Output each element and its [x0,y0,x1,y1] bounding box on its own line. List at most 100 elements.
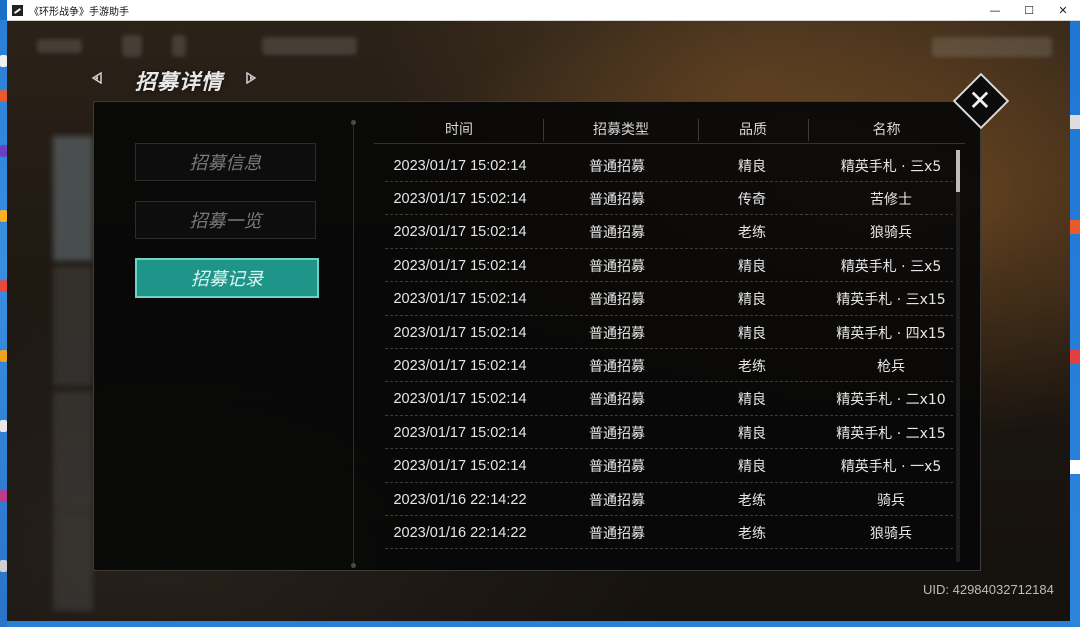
record-name: 枪兵 [877,358,905,375]
blurred-hud-element [932,37,1052,57]
record-type: 普通招募 [589,358,645,375]
table-row: 2023/01/17 15:02:14 普通招募 老练 狼骑兵 [381,216,957,249]
page-title: 招募详情 [135,69,223,94]
close-panel-button[interactable]: ✕ [952,72,1010,130]
record-name: 精英手札 · 三x15 [836,292,946,309]
record-time: 2023/01/17 15:02:14 [393,291,527,308]
blurred-hud-element [37,39,82,53]
record-type: 普通招募 [589,258,645,275]
record-name: 狼骑兵 [870,525,912,542]
previous-arrow-icon[interactable] [91,72,103,84]
record-quality: 老练 [738,358,766,375]
column-header-type: 招募类型 [593,122,649,138]
record-type: 普通招募 [589,292,645,309]
scrollbar-track[interactable] [956,150,960,562]
record-quality: 精良 [738,292,766,309]
title-bar: 《环形战争》手游助手 — ☐ ✕ [7,0,1080,21]
record-quality: 精良 [738,392,766,409]
record-time: 2023/01/17 15:02:14 [393,324,527,341]
app-window: 《环形战争》手游助手 — ☐ ✕ 招募详情 招募信息 招募一览 招募记录 时间 … [7,0,1080,627]
record-name: 精英手札 · 一x5 [840,459,942,476]
record-time: 2023/01/17 15:02:14 [393,257,527,274]
tab-recruit-overview[interactable]: 招募一览 [135,201,316,239]
blurred-background-card [53,266,93,386]
record-name: 狼骑兵 [870,225,912,242]
record-quality: 传奇 [738,191,766,208]
record-time: 2023/01/17 15:02:14 [393,357,527,374]
record-time: 2023/01/17 15:02:14 [393,157,527,174]
close-icon: ✕ [968,83,992,117]
next-arrow-icon[interactable] [245,72,257,84]
record-time: 2023/01/16 22:14:22 [393,491,527,508]
record-type: 普通招募 [589,459,645,476]
table-row: 2023/01/16 22:14:22 普通招募 老练 骑兵 [381,483,957,516]
record-name: 精英手札 · 二x15 [836,425,946,442]
blurred-background-card [53,511,93,611]
tab-recruit-records[interactable]: 招募记录 [135,258,319,298]
user-id-label: UID: 42984032712184 [923,582,1054,597]
record-time: 2023/01/17 15:02:14 [393,190,527,207]
record-type: 普通招募 [589,325,645,342]
window-bottom-border [7,621,1070,627]
table-header: 时间 招募类型 品质 名称 [374,115,965,144]
record-quality: 精良 [738,425,766,442]
desktop-left-strip [0,20,7,627]
window-title: 《环形战争》手游助手 [29,6,129,18]
desktop-icon [0,210,7,222]
desktop-icon [0,420,7,432]
record-name: 精英手札 · 三x5 [840,258,942,275]
record-time: 2023/01/16 22:14:22 [393,524,527,541]
blurred-background-card [53,391,93,511]
record-time: 2023/01/17 15:02:14 [393,458,527,475]
blurred-hud-element [122,35,142,57]
panel-divider [351,120,356,568]
window-controls: — ☐ ✕ [978,0,1080,20]
table-row: 2023/01/17 15:02:14 普通招募 精良 精英手札 · 三x5 [381,249,957,283]
record-type: 普通招募 [589,191,645,208]
record-name: 精英手札 · 三x5 [840,158,942,175]
record-name: 骑兵 [877,492,905,509]
record-name: 精英手札 · 四x15 [836,325,946,342]
record-name: 精英手札 · 二x10 [836,392,946,409]
table-row: 2023/01/17 15:02:14 普通招募 老练 枪兵 [381,349,957,383]
column-header-quality: 品质 [739,122,767,138]
table-row: 2023/01/17 15:02:14 普通招募 精良 精英手札 · 一x5 [381,450,957,483]
desktop-icon [0,490,7,502]
desktop-icon [0,145,7,157]
table-row: 2023/01/17 15:02:14 普通招募 精良 精英手札 · 三x15 [381,283,957,316]
record-type: 普通招募 [589,158,645,175]
close-window-button[interactable]: ✕ [1046,0,1080,20]
column-header-time: 时间 [445,122,473,138]
maximize-button[interactable]: ☐ [1012,0,1046,20]
desktop-icon [0,280,7,292]
record-type: 普通招募 [589,525,645,542]
table-row: 2023/01/17 15:02:14 普通招募 精良 精英手札 · 三x5 [381,149,957,182]
record-time: 2023/01/17 15:02:14 [393,424,527,441]
app-icon [12,4,23,16]
record-quality: 老练 [738,225,766,242]
desktop-icon [0,55,7,67]
desktop-icon [0,90,7,102]
record-quality: 老练 [738,525,766,542]
blurred-hud-element [262,37,357,55]
record-time: 2023/01/17 15:02:14 [393,224,527,241]
scrollbar-thumb[interactable] [956,150,960,192]
table-row: 2023/01/17 15:02:14 普通招募 传奇 苦修士 [381,182,957,216]
desktop-icon [0,350,7,362]
minimize-button[interactable]: — [978,0,1012,20]
desktop-icon [0,560,7,572]
column-header-name: 名称 [872,122,901,138]
tab-recruit-info[interactable]: 招募信息 [135,143,316,181]
record-time: 2023/01/17 15:02:14 [393,391,527,408]
table-row: 2023/01/17 15:02:14 普通招募 精良 精英手札 · 二x15 [381,416,957,450]
table-row: 2023/01/17 15:02:14 普通招募 精良 精英手札 · 四x15 [381,316,957,349]
blurred-background-card [53,136,93,261]
record-type: 普通招募 [589,425,645,442]
record-quality: 精良 [738,325,766,342]
record-type: 普通招募 [589,392,645,409]
record-quality: 精良 [738,459,766,476]
record-quality: 精良 [738,258,766,275]
record-quality: 精良 [738,158,766,175]
record-quality: 老练 [738,492,766,509]
table-row: 2023/01/17 15:02:14 普通招募 精良 精英手札 · 二x10 [381,383,957,416]
